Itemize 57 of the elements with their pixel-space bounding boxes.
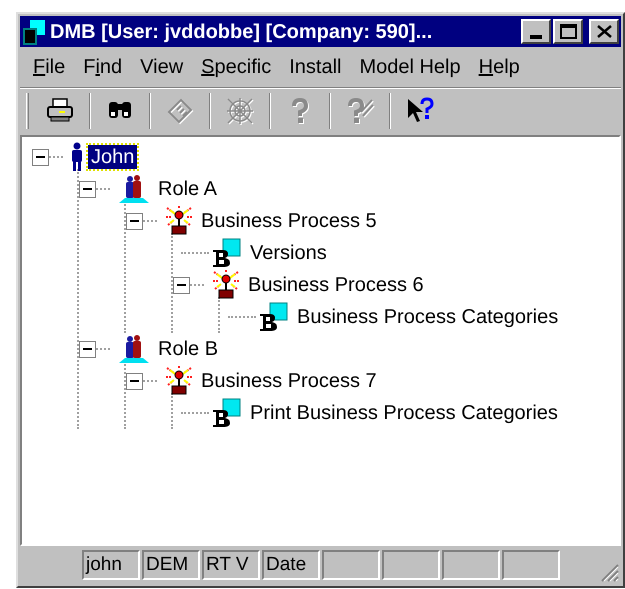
status-panel (502, 550, 560, 580)
status-panel: DEM (142, 550, 200, 580)
document-icon (258, 302, 290, 332)
status-panel (322, 550, 380, 580)
menu-item[interactable]: File (24, 51, 74, 83)
document-icon (211, 238, 243, 268)
menu-item[interactable]: View (131, 51, 192, 83)
card-icon (165, 96, 195, 126)
collapse-toggle[interactable] (173, 276, 190, 294)
menu-item[interactable]: Find (74, 51, 132, 83)
menu-item[interactable]: Specific (192, 51, 280, 83)
maximize-icon (560, 24, 576, 39)
collapse-toggle[interactable] (126, 212, 143, 230)
app-icon (22, 18, 46, 44)
document-icon (211, 398, 243, 428)
people-icon (117, 334, 151, 364)
collapse-toggle[interactable] (79, 180, 96, 198)
minus-icon (83, 348, 92, 350)
maximize-button[interactable] (553, 19, 583, 44)
tree-item[interactable]: Role A (155, 177, 220, 201)
close-button[interactable] (589, 19, 619, 44)
status-panel: Date (262, 550, 320, 580)
resize-grip-icon (599, 562, 619, 582)
tree-item[interactable]: Versions (247, 241, 330, 265)
collapse-toggle[interactable] (126, 372, 143, 390)
tree-item[interactable]: Print Business Process Categories (247, 401, 561, 425)
collapse-toggle[interactable] (32, 148, 49, 166)
person-icon (70, 142, 84, 172)
minimize-button[interactable] (521, 19, 551, 44)
web-icon (225, 96, 255, 126)
stamp-icon (211, 270, 241, 300)
question-check-icon (345, 96, 375, 126)
minus-icon (130, 220, 139, 222)
close-icon (596, 25, 612, 38)
tree-item[interactable]: John (88, 145, 138, 169)
menu-item[interactable]: Help (470, 51, 529, 83)
status-panel: john (82, 550, 140, 580)
minus-icon (83, 188, 92, 190)
window-title: DMB [User: jvddobbe] [Company: 590]... (50, 20, 434, 44)
tree-item[interactable]: Business Process 5 (198, 209, 380, 233)
minimize-icon (530, 35, 542, 39)
minus-icon (177, 284, 186, 286)
tree-item[interactable]: Role B (155, 337, 222, 361)
menu-item[interactable]: Install (280, 51, 350, 83)
tree-item[interactable]: Business Process Categories (294, 305, 562, 329)
people-icon (117, 174, 151, 204)
tree-item[interactable]: Business Process 7 (198, 369, 380, 393)
status-panel (382, 550, 440, 580)
status-panel: RT V (202, 550, 260, 580)
minus-icon (36, 156, 45, 158)
tree-item[interactable]: Business Process 6 (245, 273, 427, 297)
collapse-toggle[interactable] (79, 340, 96, 358)
stamp-icon (164, 366, 194, 396)
menu-item[interactable]: Model Help (350, 51, 470, 83)
status-panel (442, 550, 500, 580)
stamp-icon (164, 206, 194, 236)
minus-icon (130, 380, 139, 382)
